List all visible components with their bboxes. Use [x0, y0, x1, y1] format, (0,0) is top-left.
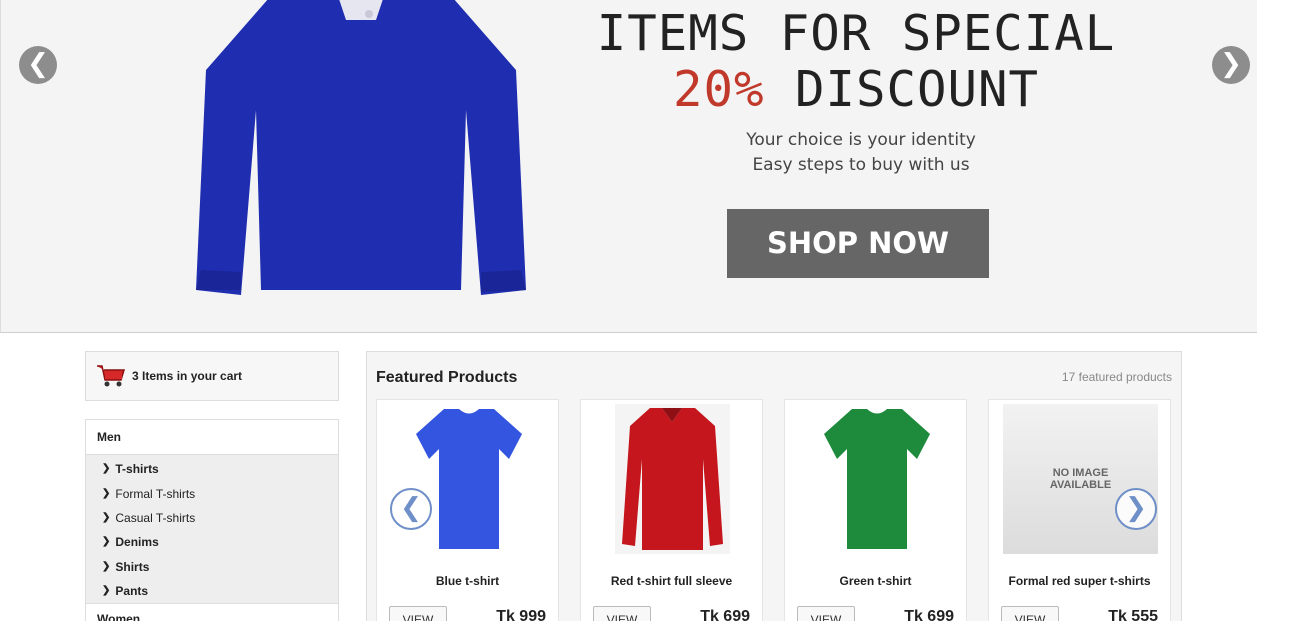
subcategory-label: Pants [115, 584, 149, 599]
carousel-prev-icon[interactable]: ❮ [390, 488, 432, 530]
subcategory-label: Shirts [115, 559, 150, 574]
men-subcategory-list: ❯ T-shirts ❯ Formal T-shirts ❯ Casual T-shi… [86, 455, 338, 604]
shopping-cart-icon [97, 365, 126, 387]
featured-title: Featured Products [376, 369, 518, 386]
subcategory-label: T-shirts [115, 462, 159, 477]
chevron-right-icon: ❯ [102, 487, 111, 499]
green-tshirt-image [823, 409, 930, 549]
red-longsleeve-image [615, 404, 730, 554]
no-image-text-2: AVAILABLE [1049, 479, 1112, 491]
hero-title-line2: 20% DISCOUNT [561, 62, 1151, 118]
view-button[interactable]: VIEW [1001, 606, 1059, 621]
view-button[interactable]: VIEW [797, 606, 855, 621]
tagline-2: Easy steps to buy with us [752, 155, 970, 175]
product-price: Tk 699 [700, 608, 750, 621]
hero-headline: ITEMS FOR SPECIAL 20% DISCOUNT [561, 6, 1151, 118]
product-image[interactable] [391, 404, 546, 554]
no-image-text-1: NO IMAGE [1052, 467, 1109, 479]
product-image[interactable]: NO IMAGE AVAILABLE [1003, 404, 1158, 554]
subcategory-denims[interactable]: ❯ Denims [86, 530, 338, 554]
subcategory-label: Denims [115, 535, 159, 550]
slider-next-icon[interactable]: ❯ [1212, 46, 1250, 84]
product-name[interactable]: Blue t-shirt [377, 574, 558, 588]
carousel-next-icon[interactable]: ❯ [1115, 488, 1157, 530]
cart-count-text: 3 Items in your cart [132, 369, 243, 383]
product-image[interactable] [799, 404, 954, 554]
chevron-right-icon: ❯ [102, 511, 111, 523]
subcategory-label: Casual T-shirts [115, 510, 196, 525]
page: ITEMS FOR SPECIAL 20% DISCOUNT Your choi… [0, 0, 1296, 621]
subcategory-t-shirts[interactable]: ❯ T-shirts [86, 457, 338, 481]
chevron-right-icon: ❯ [102, 536, 111, 548]
product-card[interactable]: Green t-shirt VIEW Tk 699 [784, 399, 967, 621]
product-price: Tk 999 [496, 608, 546, 621]
product-price: Tk 555 [1108, 608, 1158, 621]
product-name[interactable]: Red t-shirt full sleeve [581, 574, 762, 588]
hero-slider: ITEMS FOR SPECIAL 20% DISCOUNT Your choi… [0, 0, 1257, 333]
blue-tshirt-image [415, 409, 522, 549]
hero-tagline: Your choice is your identity Easy steps … [661, 128, 1061, 178]
featured-count: 17 featured products [1061, 370, 1172, 384]
hero-title-line1: ITEMS FOR SPECIAL [596, 5, 1116, 62]
subcategory-casual-t-shirts[interactable]: ❯ Casual T-shirts [86, 506, 338, 530]
discount-word: DISCOUNT [795, 61, 1040, 118]
subcategory-shirts[interactable]: ❯ Shirts [86, 555, 338, 579]
product-card[interactable]: Red t-shirt full sleeve VIEW Tk 699 [580, 399, 763, 621]
shop-now-button[interactable]: SHOP NOW [727, 209, 989, 278]
featured-products-panel: Featured Products 17 featured products B… [366, 351, 1182, 621]
product-image[interactable] [595, 404, 750, 554]
product-name[interactable]: Green t-shirt [785, 574, 966, 588]
tagline-1: Your choice is your identity [746, 130, 976, 150]
subcategory-pants[interactable]: ❯ Pants [86, 579, 338, 603]
product-name[interactable]: Formal red super t-shirts [989, 574, 1170, 588]
no-image-placeholder: NO IMAGE AVAILABLE [1003, 404, 1158, 554]
subcategory-formal-t-shirts[interactable]: ❯ Formal T-shirts [86, 481, 338, 505]
slider-prev-icon[interactable]: ❮ [19, 46, 57, 84]
category-menu: Men ❯ T-shirts ❯ Formal T-shirts ❯ Casual T… [85, 419, 339, 621]
chevron-right-icon: ❯ [102, 585, 111, 597]
chevron-right-icon: ❯ [102, 560, 111, 572]
hero-shirt-image [196, 0, 526, 295]
product-price: Tk 699 [904, 608, 954, 621]
discount-percent: 20% [672, 61, 765, 118]
cart-summary[interactable]: 3 Items in your cart [85, 351, 339, 401]
category-men[interactable]: Men [86, 420, 338, 455]
view-button[interactable]: VIEW [593, 606, 651, 621]
category-women[interactable]: Women [86, 603, 338, 621]
chevron-right-icon: ❯ [102, 463, 111, 475]
subcategory-label: Formal T-shirts [115, 486, 196, 501]
view-button[interactable]: VIEW [389, 606, 447, 621]
